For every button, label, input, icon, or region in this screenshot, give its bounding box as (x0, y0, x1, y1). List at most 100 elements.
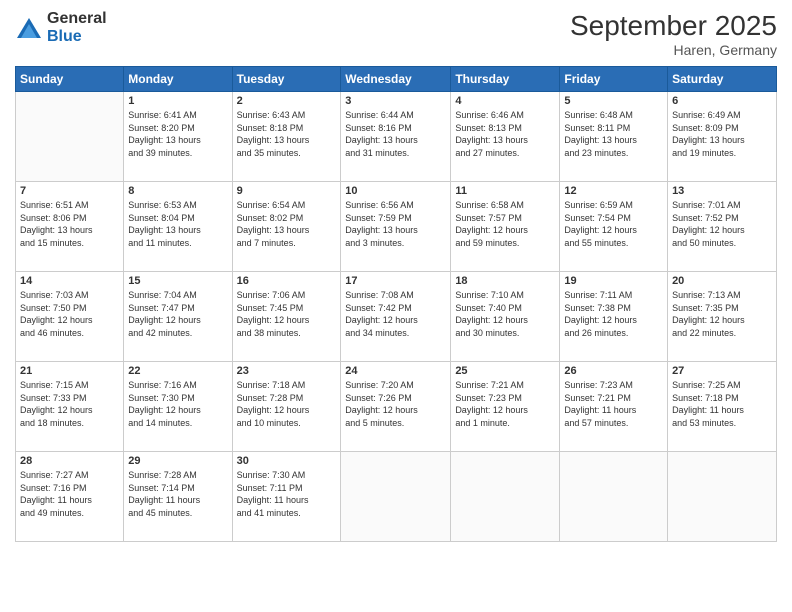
calendar-cell: 13Sunrise: 7:01 AM Sunset: 7:52 PM Dayli… (668, 182, 777, 272)
calendar-cell: 20 Sunrise: 7:13 AM Sunset: 7:35 PM Dayli… (668, 272, 777, 362)
page: General Blue September 2025 Haren, Germa… (0, 0, 792, 612)
day-number: 3 (345, 95, 446, 107)
calendar-cell: 15Sunrise: 7:04 AM Sunset: 7:47 PM Dayli… (124, 272, 232, 362)
day-number: 8 (128, 185, 227, 197)
calendar-week-row: 14 Sunrise: 7:03 AM Sunset: 7:50 PM Dayli… (16, 272, 777, 362)
calendar-cell: 23Sunrise: 7:18 AM Sunset: 7:28 PM Dayli… (232, 362, 341, 452)
day-info: Sunrise: 7:11 AM Sunset: 7:38 PM Dayligh… (564, 289, 663, 339)
day-info: Sunrise: 7:28 AM Sunset: 7:14 PM Dayligh… (128, 469, 227, 519)
calendar: Sunday Monday Tuesday Wednesday Thursday… (15, 66, 777, 542)
logo-text: General Blue (47, 10, 107, 45)
day-number: 19 (564, 275, 663, 287)
calendar-cell (560, 452, 668, 542)
day-number: 13 (672, 185, 772, 197)
col-thursday: Thursday (451, 67, 560, 92)
day-number: 10 (345, 185, 446, 197)
col-wednesday: Wednesday (341, 67, 451, 92)
col-saturday: Saturday (668, 67, 777, 92)
logo-blue: Blue (47, 28, 107, 46)
day-number: 25 (455, 365, 555, 377)
calendar-week-row: 1 Sunrise: 6:41 AM Sunset: 8:20 PM Daylig… (16, 92, 777, 182)
day-info: Sunrise: 7:27 AM Sunset: 7:16 PM Dayligh… (20, 469, 119, 519)
calendar-week-row: 7 Sunrise: 6:51 AM Sunset: 8:06 PM Daylig… (16, 182, 777, 272)
calendar-cell: 28 Sunrise: 7:27 AM Sunset: 7:16 PM Dayli… (16, 452, 124, 542)
calendar-cell: 12Sunrise: 6:59 AM Sunset: 7:54 PM Dayli… (560, 182, 668, 272)
calendar-cell: 2 Sunrise: 6:43 AM Sunset: 8:18 PM Daylig… (232, 92, 341, 182)
day-info: Sunrise: 7:30 AM Sunset: 7:11 PM Dayligh… (237, 469, 337, 519)
day-number: 4 (455, 95, 555, 107)
day-number: 1 (128, 95, 227, 107)
day-number: 29 (128, 455, 227, 467)
calendar-week-row: 21 Sunrise: 7:15 AM Sunset: 7:33 PM Dayli… (16, 362, 777, 452)
day-number: 15 (128, 275, 227, 287)
day-info: Sunrise: 6:48 AM Sunset: 8:11 PM Dayligh… (564, 109, 663, 159)
day-number: 21 (20, 365, 119, 377)
calendar-cell: 14 Sunrise: 7:03 AM Sunset: 7:50 PM Dayli… (16, 272, 124, 362)
calendar-cell: 22Sunrise: 7:16 AM Sunset: 7:30 PM Dayli… (124, 362, 232, 452)
day-number: 14 (20, 275, 119, 287)
day-number: 16 (237, 275, 337, 287)
day-info: Sunrise: 6:54 AM Sunset: 8:02 PM Dayligh… (237, 199, 337, 249)
header: General Blue September 2025 Haren, Germa… (15, 10, 777, 58)
day-info: Sunrise: 7:21 AM Sunset: 7:23 PM Dayligh… (455, 379, 555, 429)
day-info: Sunrise: 6:46 AM Sunset: 8:13 PM Dayligh… (455, 109, 555, 159)
calendar-cell: 19 Sunrise: 7:11 AM Sunset: 7:38 PM Dayli… (560, 272, 668, 362)
calendar-week-row: 28 Sunrise: 7:27 AM Sunset: 7:16 PM Dayli… (16, 452, 777, 542)
calendar-cell: 24 Sunrise: 7:20 AM Sunset: 7:26 PM Dayli… (341, 362, 451, 452)
calendar-cell: 4 Sunrise: 6:46 AM Sunset: 8:13 PM Daylig… (451, 92, 560, 182)
calendar-cell: 1 Sunrise: 6:41 AM Sunset: 8:20 PM Daylig… (124, 92, 232, 182)
day-number: 22 (128, 365, 227, 377)
day-number: 7 (20, 185, 119, 197)
calendar-cell: 10 Sunrise: 6:56 AM Sunset: 7:59 PM Dayli… (341, 182, 451, 272)
day-info: Sunrise: 6:59 AM Sunset: 7:54 PM Dayligh… (564, 199, 663, 249)
day-number: 9 (237, 185, 337, 197)
logo-icon (15, 14, 43, 42)
calendar-cell: 25 Sunrise: 7:21 AM Sunset: 7:23 PM Dayli… (451, 362, 560, 452)
calendar-cell (16, 92, 124, 182)
calendar-cell: 5 Sunrise: 6:48 AM Sunset: 8:11 PM Daylig… (560, 92, 668, 182)
day-info: Sunrise: 6:56 AM Sunset: 7:59 PM Dayligh… (345, 199, 446, 249)
day-number: 26 (564, 365, 663, 377)
month-title: September 2025 (570, 10, 777, 42)
day-number: 23 (237, 365, 337, 377)
title-area: September 2025 Haren, Germany (570, 10, 777, 58)
day-info: Sunrise: 7:03 AM Sunset: 7:50 PM Dayligh… (20, 289, 119, 339)
day-info: Sunrise: 6:43 AM Sunset: 8:18 PM Dayligh… (237, 109, 337, 159)
calendar-cell: 8 Sunrise: 6:53 AM Sunset: 8:04 PM Daylig… (124, 182, 232, 272)
day-info: Sunrise: 6:41 AM Sunset: 8:20 PM Dayligh… (128, 109, 227, 159)
day-info: Sunrise: 7:25 AM Sunset: 7:18 PM Dayligh… (672, 379, 772, 429)
calendar-cell (341, 452, 451, 542)
day-info: Sunrise: 7:13 AM Sunset: 7:35 PM Dayligh… (672, 289, 772, 339)
day-info: Sunrise: 6:58 AM Sunset: 7:57 PM Dayligh… (455, 199, 555, 249)
day-info: Sunrise: 6:53 AM Sunset: 8:04 PM Dayligh… (128, 199, 227, 249)
day-info: Sunrise: 6:51 AM Sunset: 8:06 PM Dayligh… (20, 199, 119, 249)
calendar-cell: 30 Sunrise: 7:30 AM Sunset: 7:11 PM Dayli… (232, 452, 341, 542)
calendar-cell: 17Sunrise: 7:08 AM Sunset: 7:42 PM Dayli… (341, 272, 451, 362)
day-info: Sunrise: 7:08 AM Sunset: 7:42 PM Dayligh… (345, 289, 446, 339)
calendar-cell: 7 Sunrise: 6:51 AM Sunset: 8:06 PM Daylig… (16, 182, 124, 272)
day-number: 2 (237, 95, 337, 107)
day-info: Sunrise: 7:23 AM Sunset: 7:21 PM Dayligh… (564, 379, 663, 429)
day-number: 27 (672, 365, 772, 377)
calendar-cell: 18Sunrise: 7:10 AM Sunset: 7:40 PM Dayli… (451, 272, 560, 362)
day-number: 20 (672, 275, 772, 287)
calendar-cell: 6Sunrise: 6:49 AM Sunset: 8:09 PM Daylig… (668, 92, 777, 182)
col-sunday: Sunday (16, 67, 124, 92)
day-number: 28 (20, 455, 119, 467)
calendar-cell: 26 Sunrise: 7:23 AM Sunset: 7:21 PM Dayli… (560, 362, 668, 452)
col-monday: Monday (124, 67, 232, 92)
day-info: Sunrise: 7:20 AM Sunset: 7:26 PM Dayligh… (345, 379, 446, 429)
day-number: 11 (455, 185, 555, 197)
day-number: 30 (237, 455, 337, 467)
calendar-cell: 29 Sunrise: 7:28 AM Sunset: 7:14 PM Dayli… (124, 452, 232, 542)
day-number: 18 (455, 275, 555, 287)
day-info: Sunrise: 7:15 AM Sunset: 7:33 PM Dayligh… (20, 379, 119, 429)
calendar-cell (668, 452, 777, 542)
day-number: 5 (564, 95, 663, 107)
calendar-cell: 11 Sunrise: 6:58 AM Sunset: 7:57 PM Dayli… (451, 182, 560, 272)
day-number: 24 (345, 365, 446, 377)
calendar-cell (451, 452, 560, 542)
calendar-cell: 9 Sunrise: 6:54 AM Sunset: 8:02 PM Daylig… (232, 182, 341, 272)
day-number: 6 (672, 95, 772, 107)
location: Haren, Germany (570, 42, 777, 58)
